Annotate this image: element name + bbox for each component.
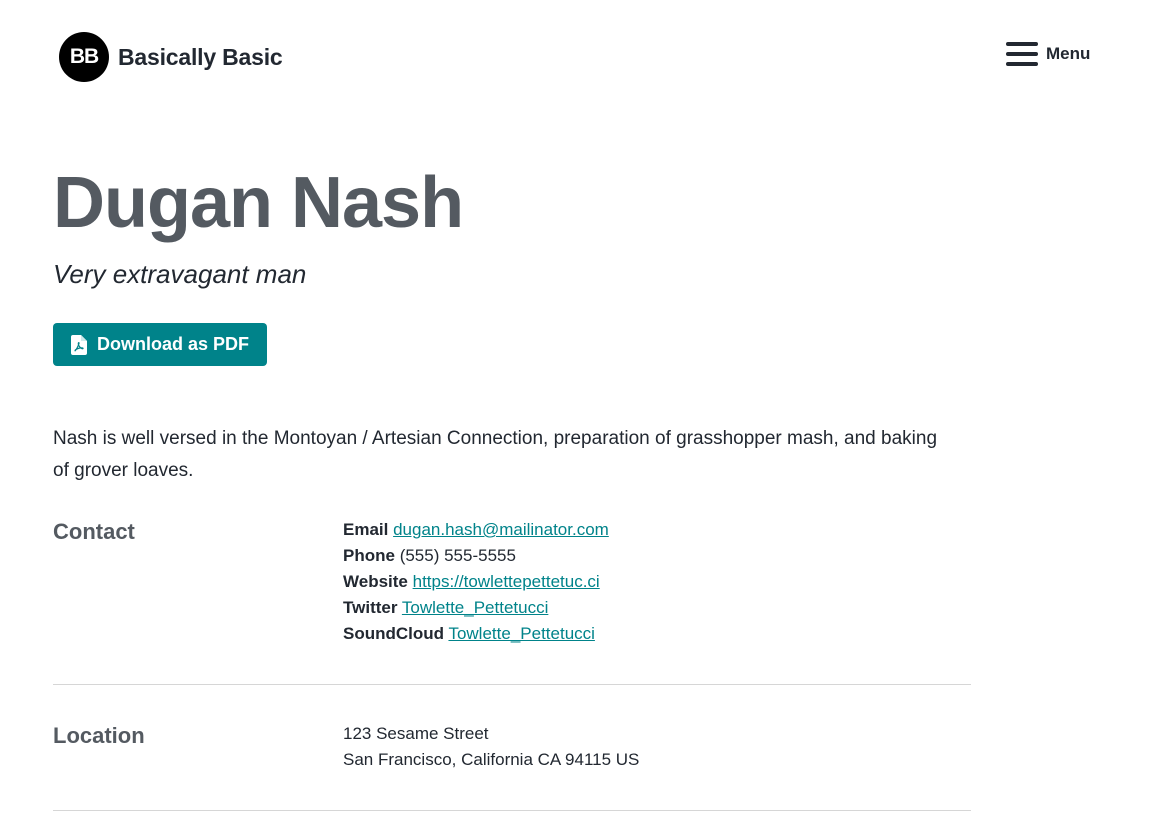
location-heading: Location xyxy=(53,723,145,748)
website-link[interactable]: https://towlettepettetuc.ci xyxy=(413,572,600,591)
contact-section: Contact Email dugan.hash@mailinator.com … xyxy=(53,517,971,685)
address-line-1: 123 Sesame Street xyxy=(343,724,489,743)
download-pdf-button[interactable]: Download as PDF xyxy=(53,323,268,366)
phone-value: (555) 555-5555 xyxy=(399,546,516,565)
website-label: Website xyxy=(343,572,408,591)
intro-paragraph: Nash is well versed in the Montoyan / Ar… xyxy=(53,428,938,481)
location-section: Location 123 Sesame Street San Francisco… xyxy=(53,685,971,811)
brand-logo: BB xyxy=(59,32,109,82)
hamburger-menu-icon xyxy=(1006,42,1038,66)
email-link[interactable]: dugan.hash@mailinator.com xyxy=(393,520,609,539)
contact-email-row: Email dugan.hash@mailinator.com xyxy=(343,517,609,543)
contact-website-row: Website https://towlettepettetuc.ci xyxy=(343,569,609,595)
main-content: Dugan Nash Very extravagant man Download… xyxy=(53,160,971,811)
contact-soundcloud-row: SoundCloud Towlette_Pettetucci xyxy=(343,621,609,647)
page: BB Basically Basic Menu Dugan Nash Very … xyxy=(0,0,1164,834)
twitter-link[interactable]: Towlette_Pettetucci xyxy=(402,598,548,617)
download-pdf-label: Download as PDF xyxy=(97,334,250,354)
contact-phone-row: Phone (555) 555-5555 xyxy=(343,543,609,569)
soundcloud-link[interactable]: Towlette_Pettetucci xyxy=(448,624,594,643)
twitter-label: Twitter xyxy=(343,598,398,617)
contact-details: Email dugan.hash@mailinator.com Phone (5… xyxy=(343,517,609,647)
page-title: Dugan Nash xyxy=(53,163,464,243)
phone-label: Phone xyxy=(343,546,395,565)
email-label: Email xyxy=(343,520,389,539)
address-line-2: San Francisco, California CA 94115 US xyxy=(343,750,640,769)
location-details: 123 Sesame Street San Francisco, Califor… xyxy=(343,721,639,773)
page-subtitle: Very extravagant man xyxy=(53,259,307,289)
site-brand-link[interactable]: BB Basically Basic xyxy=(59,32,283,82)
menu-toggle-button[interactable]: Menu xyxy=(1006,42,1090,66)
menu-label: Menu xyxy=(1046,44,1091,63)
soundcloud-label: SoundCloud xyxy=(343,624,445,643)
contact-twitter-row: Twitter Towlette_Pettetucci xyxy=(343,595,609,621)
site-title: Basically Basic xyxy=(118,43,283,70)
file-pdf-icon xyxy=(71,334,87,355)
contact-heading: Contact xyxy=(53,519,135,544)
